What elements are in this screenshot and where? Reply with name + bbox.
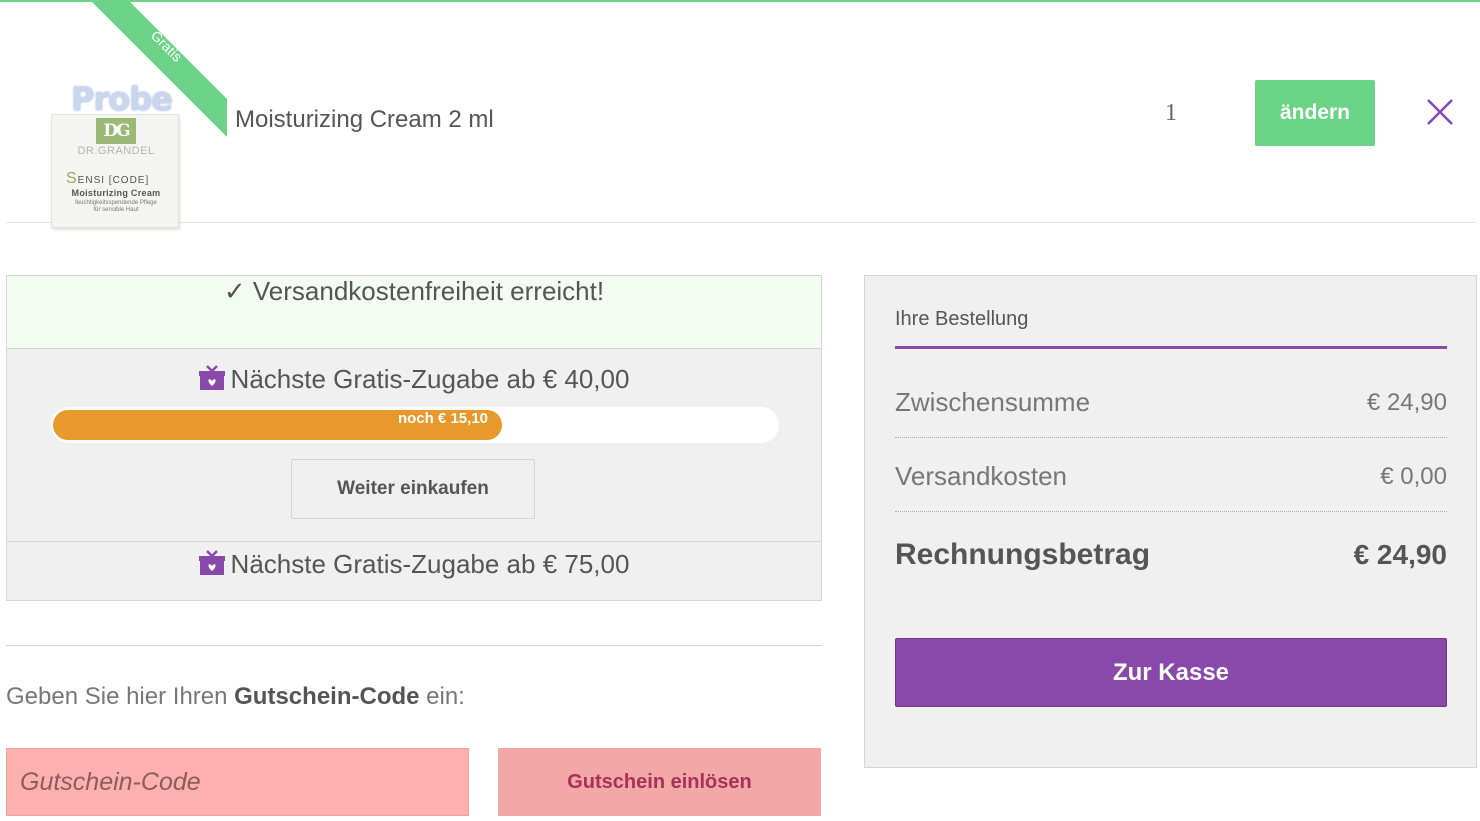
gratis-ribbon: Gratis (92, 2, 227, 137)
free-shipping-message: ✓ Versandkostenfreiheit erreicht! (7, 276, 821, 349)
progress-remaining-label: noch € 15,10 (397, 410, 488, 427)
quantity-value[interactable]: 1 (1156, 100, 1186, 127)
next-gift-line-2: Nächste Gratis-Zugabe ab € 75,00 (7, 549, 821, 580)
summary-title: Ihre Bestellung (895, 308, 1029, 330)
shipping-value: € 0,00 (1380, 462, 1447, 490)
order-summary: Ihre Bestellung Zwischensumme € 24,90 Ve… (864, 275, 1477, 768)
total-row: Rechnungsbetrag € 24,90 (895, 520, 1447, 590)
progress-fill: noch € 15,10 (53, 410, 502, 440)
shipping-label: Versandkosten (895, 461, 1068, 491)
subtotal-value: € 24,90 (1366, 388, 1447, 416)
gift-icon (198, 365, 225, 390)
subtotal-label: Zwischensumme (895, 387, 1091, 417)
summary-title-underline (895, 346, 1447, 349)
close-icon[interactable] (1420, 94, 1458, 132)
image-product-line: SENSI [CODE] (66, 170, 150, 187)
redeem-coupon-button[interactable]: Gutschein einlösen (498, 748, 821, 816)
image-brand-text: DR.GRANDEL (77, 145, 155, 157)
divider (7, 541, 821, 542)
image-product-name: Moisturizing Cream (71, 188, 161, 198)
next-gift-line-1: Nächste Gratis-Zugabe ab € 40,00 (7, 364, 821, 395)
image-product-desc: feuchtigkeitsspendende Pflege für sensibl… (75, 200, 157, 213)
product-name[interactable]: Moisturizing Cream 2 ml (235, 106, 494, 134)
shipping-row: Versandkosten € 0,00 (895, 442, 1447, 512)
total-value: € 24,90 (1353, 539, 1447, 570)
coupon-code-input[interactable] (6, 748, 469, 816)
gift-icon (198, 550, 225, 575)
gift-progress-bar: noch € 15,10 (51, 407, 779, 443)
free-gift-panel: ✓ Versandkostenfreiheit erreicht! Nächst… (6, 275, 822, 601)
continue-shopping-button[interactable]: Weiter einkaufen (291, 459, 535, 519)
change-quantity-button[interactable]: ändern (1255, 80, 1375, 146)
checkout-button[interactable]: Zur Kasse (895, 638, 1447, 707)
cart-item-row: DG DR.GRANDEL SENSI [CODE] Moisturizing … (6, 2, 1476, 228)
total-label: Rechnungsbetrag (895, 538, 1151, 571)
coupon-divider (6, 645, 822, 646)
subtotal-row: Zwischensumme € 24,90 (895, 368, 1447, 438)
coupon-prompt: Geben Sie hier Ihren Gutschein-Code ein: (6, 683, 465, 710)
